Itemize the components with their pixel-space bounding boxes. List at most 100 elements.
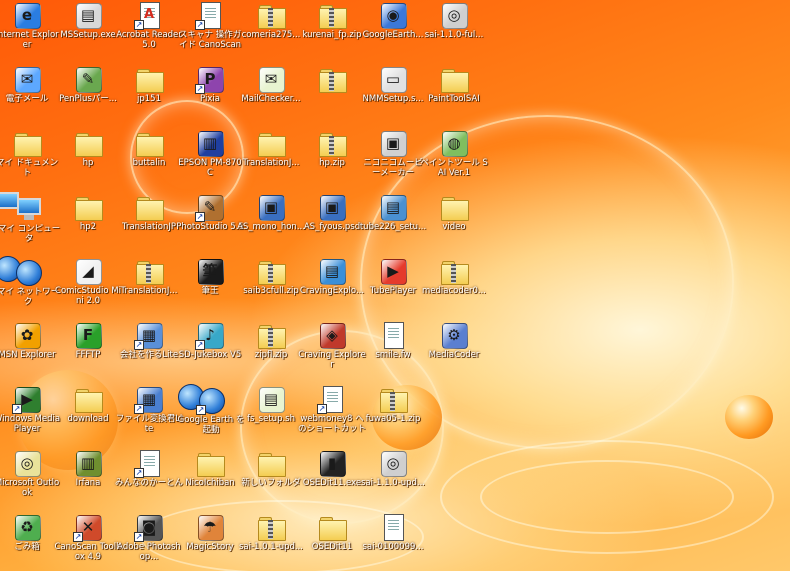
desktop-icon[interactable]: ✉ 電子メール	[0, 64, 59, 126]
shortcut-arrow-icon: ↗	[196, 405, 206, 415]
desktop-icon-label: hp2	[79, 222, 97, 232]
folder-icon	[256, 128, 286, 158]
desktop-icon[interactable]: smile.fw	[361, 320, 425, 382]
google-earth-setup-icon: ◉	[378, 0, 408, 30]
desktop-icon-label: TranslationJ...	[242, 158, 300, 168]
desktop-icon[interactable]: NicoIchiban	[178, 448, 242, 510]
desktop-icon[interactable]: sai-0100099...	[361, 512, 425, 571]
desktop-icon[interactable]: sai-1.0.1-upd...	[239, 512, 303, 571]
desktop-icon[interactable]: ✎ ↗ PhotoStudio 5.5	[176, 192, 244, 254]
tube-setup-icon: ▤	[378, 192, 408, 222]
desktop-icon-label: CravingExplo...	[299, 286, 365, 296]
email-icon: ✉	[12, 64, 42, 94]
desktop-icon[interactable]: TranslationJ...	[117, 256, 181, 318]
desktop-icon[interactable]: ▶ TubePlayer	[361, 256, 425, 318]
desktop-icon[interactable]: ▤ tube226_setu...	[360, 192, 426, 254]
desktop-icon-label: Internet Explorer	[0, 30, 59, 50]
desktop-icon[interactable]: 筆筆王	[178, 256, 242, 318]
desktop-icon-label: OSEDit11.exe	[302, 478, 362, 488]
desktop-icon[interactable]: hp.zip	[300, 128, 364, 190]
desktop-icon[interactable]: ◙ ↗ Adobe Photoshop...	[117, 512, 181, 571]
wallpaper-swirl	[480, 460, 734, 534]
desktop-icon[interactable]: ▦ ↗ ファイル変換君Lite	[116, 384, 182, 446]
desktop-icon[interactable]: A ↗ Acrobat Reader 5.0	[116, 0, 182, 62]
desktop-icon[interactable]: ▤ fs_setup.sh	[239, 384, 303, 446]
desktop-icon-label: MediaCoder	[428, 350, 480, 360]
desktop-icon[interactable]: ↗ みんなのかーとん	[115, 448, 183, 510]
desktop-icon[interactable]: ◎ sai-1.1.0-ful...	[422, 0, 486, 62]
desktop-icon[interactable]: ↗ webmoney8 へのショートカット	[298, 384, 366, 446]
desktop-icon[interactable]: ✉ MailChecker...	[239, 64, 303, 126]
desktop-icon[interactable]: ◎ sai-1.1.0-upd...	[361, 448, 425, 510]
desktop-icon[interactable]: e Internet Explorer	[0, 0, 59, 62]
desktop-icon[interactable]: ▥ Irfana	[56, 448, 120, 510]
desktop-icon-label: Irfana	[75, 478, 101, 488]
desktop-icon-label: AS_fyous.psd	[303, 222, 361, 232]
desktop-icon[interactable]: マイ ネットワーク	[0, 256, 59, 307]
desktop-icon[interactable]	[300, 64, 364, 126]
desktop-icon-label: 電子メール	[5, 94, 49, 104]
desktop-icon[interactable]: ▭ NMMSetup.s...	[361, 64, 425, 126]
desktop-icon-label: Microsoft Outlook	[0, 478, 60, 498]
desktop-icon[interactable]: マイ ドキュメント	[0, 128, 59, 190]
windows-media-player-icon: ▶ ↗	[12, 384, 42, 414]
penplus-icon: ✎	[73, 64, 103, 94]
desktop-icon-label: fs_setup.sh	[247, 414, 295, 424]
shortcut-arrow-icon: ↗	[195, 20, 205, 30]
desktop-icon[interactable]: ▮ OSEDit11.exe	[300, 448, 364, 510]
desktop-icon[interactable]: download	[56, 384, 120, 446]
desktop-icon-label: 会社を作るLite	[119, 350, 179, 360]
desktop-icon-label: OSEDit11	[311, 542, 353, 552]
desktop-icon[interactable]: ▣ ニコニコムービーメーカー	[361, 128, 425, 190]
desktop-icon-label: PhotoStudio 5.5	[176, 222, 244, 232]
desktop-icon[interactable]: ♪ ↗ SD-Jukebox V5	[178, 320, 242, 382]
desktop-icon[interactable]: ☂ MagicStory	[178, 512, 242, 571]
desktop-icon[interactable]: ◉ GoogleEarth...	[361, 0, 425, 62]
zip-folder-icon	[256, 512, 286, 542]
desktop-icon[interactable]: ◈ Craving Explorer	[298, 320, 366, 382]
desktop-icon[interactable]: ◢ ComicStudio Mini 2.0	[55, 256, 121, 318]
desktop-icon[interactable]: hp2	[56, 192, 120, 254]
desktop-icon[interactable]: ◍ ペイントツール SAI Ver.1	[420, 128, 488, 190]
desktop-icon[interactable]: ↗ Google Earth を起動	[178, 384, 244, 435]
desktop-icon[interactable]: ▶ ↗ Windows Media Player	[0, 384, 60, 446]
desktop-icon[interactable]: ▤ MSSetup.exe	[56, 0, 120, 62]
desktop-icon[interactable]: マイ コンピュータ	[0, 192, 60, 244]
desktop-icon[interactable]: hp	[56, 128, 120, 190]
desktop-icon-label: NicoIchiban	[185, 478, 235, 488]
desktop-icon[interactable]: P ↗ Pixia	[178, 64, 242, 126]
desktop-icon[interactable]: jp151	[117, 64, 181, 126]
desktop-icon[interactable]: ♻ ごみ箱	[0, 512, 59, 571]
desktop-icon[interactable]: ✿ MSN Explorer	[0, 320, 59, 382]
desktop-icon[interactable]: ▤ CravingExplo...	[300, 256, 364, 318]
desktop-icon-label: TranslationJ...	[120, 286, 178, 296]
desktop[interactable]: e Internet Explorer ▤ MSSetup.exe A ↗ Acrobat …	[0, 0, 790, 571]
desktop-icon[interactable]: ✕ ↗ CanoScan Toolbox 4.9	[54, 512, 122, 571]
desktop-icon[interactable]: buttalin	[117, 128, 181, 190]
desktop-icon[interactable]: saib3cfull.zip	[239, 256, 303, 318]
desktop-icon[interactable]: ▣ AS_mono_hon...	[237, 192, 305, 254]
desktop-icon[interactable]: TranslationJ...	[239, 128, 303, 190]
desktop-icon[interactable]: TranslationJP	[117, 192, 181, 254]
desktop-icon[interactable]: OSEDit11	[300, 512, 364, 571]
desktop-icon[interactable]: video	[422, 192, 486, 254]
desktop-icon[interactable]: ◎ Microsoft Outlook	[0, 448, 59, 510]
mediacoder-icon: ⚙	[439, 320, 469, 350]
desktop-icon[interactable]: 新しいフォルダ	[239, 448, 303, 510]
desktop-icon[interactable]: ⚙ MediaCoder	[422, 320, 486, 382]
desktop-icon[interactable]: comeria275...	[239, 0, 303, 62]
desktop-icon[interactable]: F FFFTP	[56, 320, 120, 382]
desktop-icon[interactable]: ▣ AS_fyous.psd	[300, 192, 364, 254]
desktop-icon-label: ComicStudio Mini 2.0	[55, 286, 121, 306]
desktop-icon[interactable]: PaintToolSAI	[422, 64, 486, 126]
desktop-icon[interactable]: zipfl.zip	[239, 320, 303, 382]
desktop-icon[interactable]: mediacoder0...	[422, 256, 486, 318]
desktop-icon[interactable]: ▥ EPSON PM-870C	[178, 128, 242, 190]
desktop-icon[interactable]: ▦ ↗ 会社を作るLite	[117, 320, 181, 382]
desktop-icon[interactable]: ↗ スキャナ 操作ガイド CanoScan	[178, 0, 242, 62]
desktop-icon[interactable]: fuwa05-1.zip	[361, 384, 425, 446]
desktop-icon[interactable]: kurenai_fp.zip	[300, 0, 364, 62]
sd-jukebox-icon: ♪ ↗	[195, 320, 225, 350]
desktop-icon-label: Google Earth を起動	[177, 415, 245, 435]
desktop-icon[interactable]: ✎ PenPlusパー...	[56, 64, 120, 126]
